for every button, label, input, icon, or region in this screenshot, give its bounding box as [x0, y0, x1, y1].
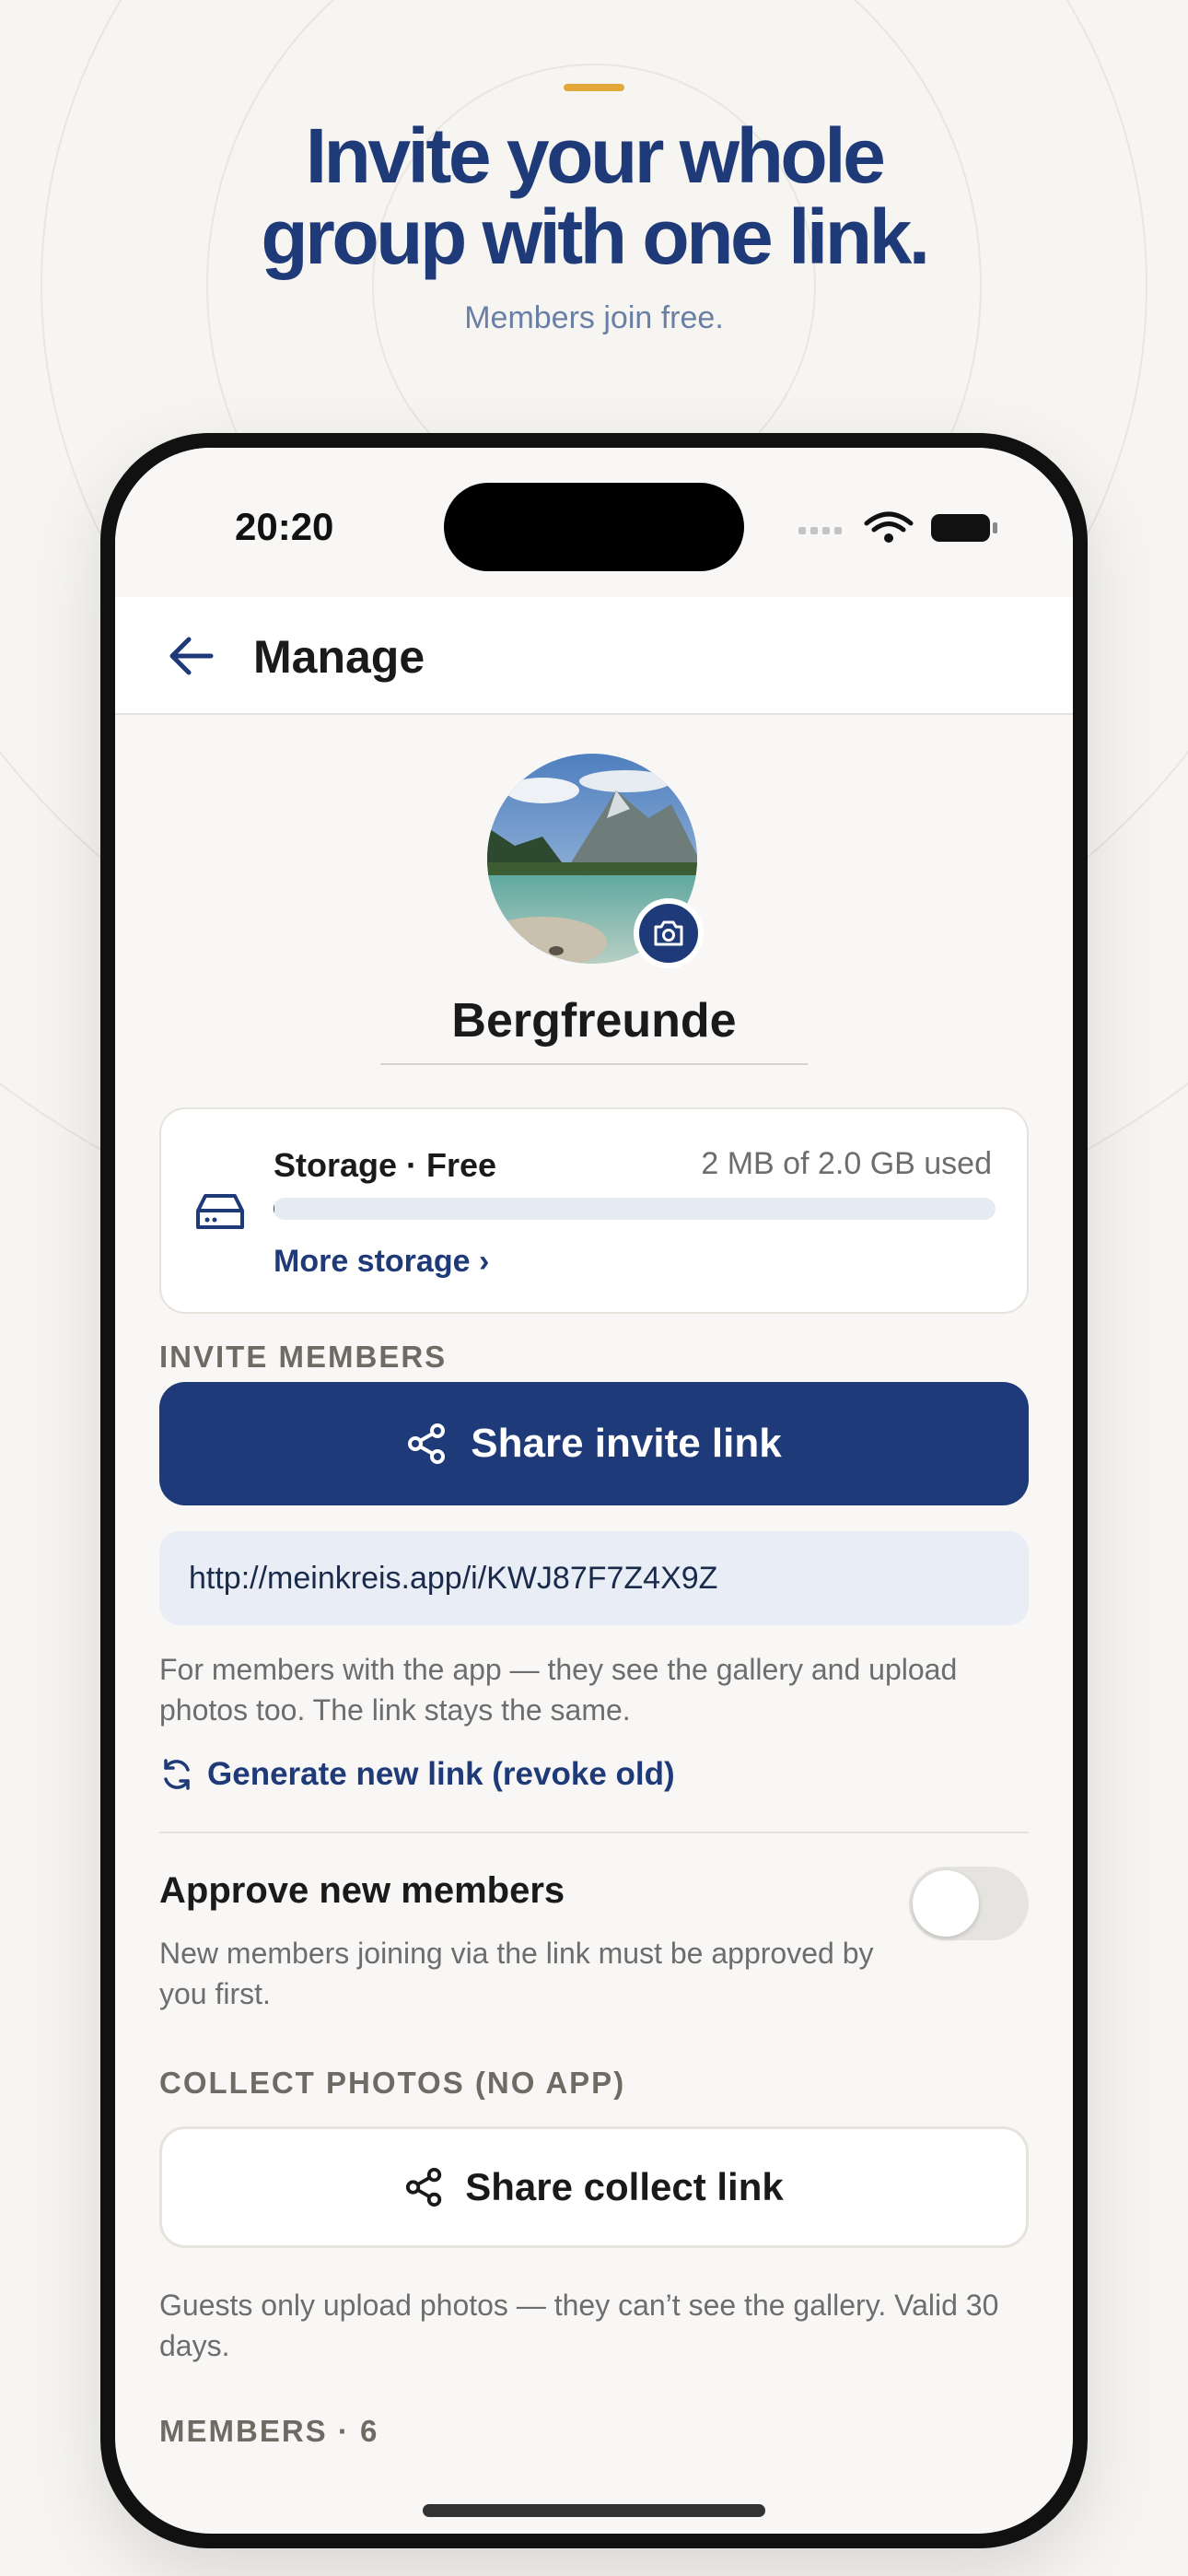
approve-members-description: New members joining via the link must be… [159, 1937, 874, 2010]
storage-progress-bar [274, 1198, 996, 1220]
change-photo-button[interactable] [634, 898, 704, 968]
invite-link-field[interactable]: http://meinkreis.app/i/KWJ87F7Z4X9Z [159, 1531, 1029, 1625]
share-invite-label: Share invite link [471, 1421, 782, 1466]
group-name-underline [380, 1063, 808, 1065]
section-divider [159, 1832, 1029, 1833]
storage-used-text: 2 MB of 2.0 GB used [701, 1146, 992, 1181]
headline-line-1: Invite your whole [305, 112, 886, 199]
collect-photos-label: COLLECT PHOTOS (NO APP) [159, 2066, 626, 2100]
share-icon [408, 1423, 446, 1464]
page-title: Manage [253, 631, 425, 683]
share-collect-link-button[interactable]: Share collect link [159, 2126, 1029, 2248]
home-indicator [423, 2504, 765, 2517]
more-storage-link[interactable]: More storage › [274, 1244, 489, 1280]
invite-members-label: INVITE MEMBERS [159, 1340, 448, 1374]
refresh-icon [164, 1759, 190, 1790]
hard-drive-icon [196, 1194, 244, 1229]
accent-bar [564, 84, 624, 91]
status-bar: 20:20 [115, 448, 1073, 597]
camera-icon [654, 920, 683, 946]
marketing-subheadline: Members join free. [464, 300, 724, 335]
collect-help-text: Guests only upload photos — they can’t s… [159, 2289, 999, 2362]
group-name-field[interactable]: Bergfreunde [115, 993, 1073, 1048]
group-avatar-wrap [478, 754, 704, 968]
status-time: 20:20 [235, 505, 334, 548]
nav-bar: Manage [115, 597, 1073, 715]
members-label: MEMBERS · 6 [159, 2414, 379, 2448]
dynamic-island [444, 483, 744, 571]
storage-title: Storage · Free [274, 1146, 497, 1184]
phone-frame: 20:20 Manage Bergfreunde Storage · Free … [100, 433, 1088, 2548]
battery-icon [931, 514, 997, 542]
arrow-left-icon[interactable] [163, 632, 218, 680]
phone-screen: 20:20 Manage Bergfreunde Storage · Free … [115, 448, 1073, 2534]
invite-help-text: For members with the app — they see the … [159, 1653, 958, 1727]
share-invite-link-button[interactable]: Share invite link [159, 1382, 1029, 1505]
generate-new-link-button[interactable]: Generate new link (revoke old) [159, 1756, 675, 1793]
wifi-icon [864, 511, 914, 533]
generate-new-link-label: Generate new link (revoke old) [207, 1756, 675, 1792]
toggle-knob [913, 1870, 979, 1937]
approve-members-toggle[interactable] [909, 1867, 1029, 1940]
status-icons [798, 511, 997, 543]
share-icon [406, 2167, 442, 2207]
share-collect-label: Share collect link [465, 2165, 784, 2208]
marketing-headline: Invite your whole group with one link. [0, 115, 1188, 277]
storage-card: Storage · Free 2 MB of 2.0 GB used More … [159, 1107, 1029, 1314]
approve-members-title: Approve new members [159, 1870, 565, 1911]
headline-line-2: group with one link. [261, 193, 930, 280]
signal-icon [798, 527, 842, 534]
